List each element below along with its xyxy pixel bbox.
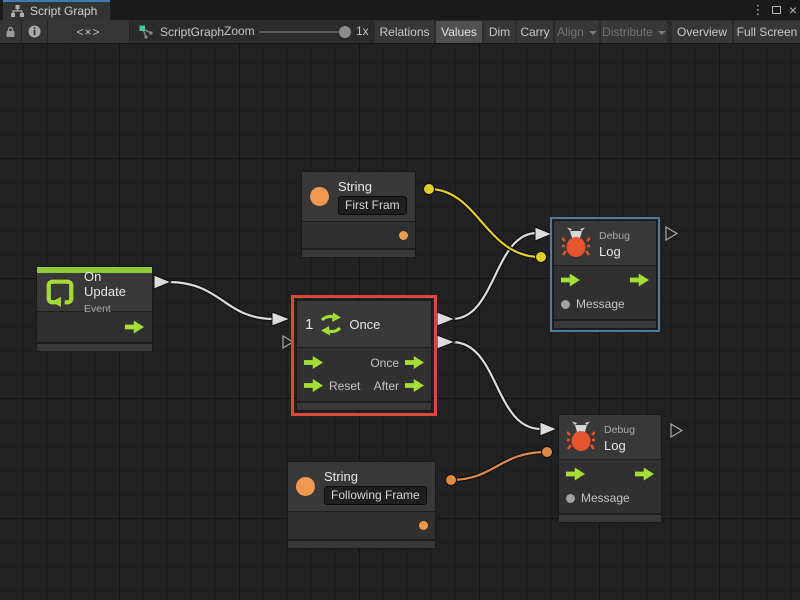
zoom-value: 1x xyxy=(356,20,369,43)
zoom-slider-track[interactable] xyxy=(259,31,347,33)
once-enter-port[interactable] xyxy=(304,356,323,369)
node-title: String xyxy=(338,179,407,194)
zoom-slider-knob[interactable] xyxy=(339,26,351,38)
distribute-dropdown[interactable]: Distribute xyxy=(601,21,667,43)
full-screen-button[interactable]: Full Screen xyxy=(734,21,800,43)
wire-after-to-debug-bottom[interactable] xyxy=(437,335,557,436)
align-label: Align xyxy=(557,25,584,39)
wire-once-to-debug-top[interactable] xyxy=(437,227,552,326)
string-type-icon xyxy=(310,187,329,206)
tab-script-graph[interactable]: Script Graph xyxy=(3,0,110,20)
flow-input-port[interactable] xyxy=(566,468,585,481)
window-menu-icon[interactable]: ⋮ xyxy=(749,0,767,20)
message-port-label: Message xyxy=(576,297,625,311)
debug-bottom-out-triangle[interactable] xyxy=(671,424,682,437)
once-output-port[interactable] xyxy=(405,356,424,369)
script-graph-icon xyxy=(139,25,153,39)
once-count: 1 xyxy=(305,316,313,333)
code-preview-button[interactable]: <×> xyxy=(48,20,130,43)
debug-top-out-triangle[interactable] xyxy=(666,227,677,240)
lock-button[interactable] xyxy=(0,20,22,43)
node-footer xyxy=(559,513,661,522)
node-footer xyxy=(297,401,431,410)
node-title: On Update xyxy=(84,269,144,299)
after-output-port[interactable] xyxy=(405,379,424,392)
string-output-port[interactable] xyxy=(419,521,428,530)
relations-toggle[interactable]: Relations xyxy=(375,21,434,43)
breadcrumb[interactable]: ScriptGraph xyxy=(133,20,230,43)
message-port-label: Message xyxy=(581,491,630,505)
values-toggle[interactable]: Values xyxy=(436,21,482,43)
wire-string-to-message-top[interactable] xyxy=(424,184,547,263)
flow-output-port[interactable] xyxy=(635,468,654,481)
lock-icon xyxy=(5,26,16,38)
info-icon xyxy=(28,25,41,38)
carry-toggle[interactable]: Carry xyxy=(517,21,553,43)
node-title: Log xyxy=(599,244,648,259)
node-footer xyxy=(302,248,415,257)
message-input-port[interactable] xyxy=(561,300,570,309)
chevron-down-icon xyxy=(658,31,666,35)
code-icon: <×> xyxy=(76,25,100,39)
node-debug-log-bottom[interactable]: Debug Log Message xyxy=(558,414,662,523)
node-string-following-frames[interactable]: String xyxy=(287,461,436,549)
string-value-input[interactable] xyxy=(338,196,407,215)
on-update-loop-icon xyxy=(45,277,75,307)
node-subtitle: Debug xyxy=(599,230,648,242)
once-port-label: Once xyxy=(370,356,399,370)
reset-port-label: Reset xyxy=(329,379,360,393)
string-output-port[interactable] xyxy=(399,231,408,240)
node-on-update[interactable]: On Update Event xyxy=(36,266,153,352)
align-dropdown[interactable]: Align xyxy=(555,21,599,43)
node-once[interactable]: 1 Once Once Reset xyxy=(296,300,432,411)
bug-icon xyxy=(567,421,595,453)
flow-input-port[interactable] xyxy=(561,274,580,287)
node-footer xyxy=(37,342,152,351)
flow-output-port[interactable] xyxy=(630,274,649,287)
node-subtitle: Event xyxy=(84,303,144,315)
string-value-input[interactable] xyxy=(324,486,427,505)
inspector-button[interactable] xyxy=(22,20,48,43)
node-title: Log xyxy=(604,438,653,453)
close-icon[interactable]: × xyxy=(784,0,800,20)
wire-onupdate-to-once[interactable] xyxy=(154,275,290,326)
node-debug-log-top[interactable]: Debug Log Message xyxy=(553,220,657,329)
after-port-label: After xyxy=(374,379,399,393)
string-type-icon xyxy=(296,477,315,496)
bug-icon xyxy=(562,227,590,259)
node-footer xyxy=(554,319,656,328)
reset-port-triangle[interactable] xyxy=(283,336,293,348)
chevron-down-icon xyxy=(589,31,597,35)
reset-port[interactable] xyxy=(304,379,323,392)
graph-toolbar: <×> ScriptGraph Zoom 1x Relations Values… xyxy=(0,20,800,44)
node-subtitle: Debug xyxy=(604,424,653,436)
message-input-port[interactable] xyxy=(566,494,575,503)
node-string-first-frame[interactable]: String xyxy=(301,171,416,258)
dim-toggle[interactable]: Dim xyxy=(484,21,515,43)
distribute-label: Distribute xyxy=(602,25,653,39)
node-title: String xyxy=(324,469,427,484)
flow-output-port[interactable] xyxy=(125,321,144,334)
overview-button[interactable]: Overview xyxy=(672,21,732,43)
graph-canvas[interactable]: String On Update Event xyxy=(0,44,800,600)
node-footer xyxy=(288,539,435,548)
graph-name: ScriptGraph xyxy=(160,25,224,39)
zoom-label: Zoom xyxy=(224,20,255,43)
tab-title: Script Graph xyxy=(30,4,97,18)
once-cycle-icon xyxy=(318,312,344,336)
window-tab-bar: Script Graph ⋮ × xyxy=(0,0,800,20)
maximize-icon[interactable] xyxy=(767,0,785,20)
node-title: Once xyxy=(349,317,380,332)
wire-string-to-message-bottom[interactable] xyxy=(446,447,553,486)
graph-hierarchy-icon xyxy=(11,5,24,17)
